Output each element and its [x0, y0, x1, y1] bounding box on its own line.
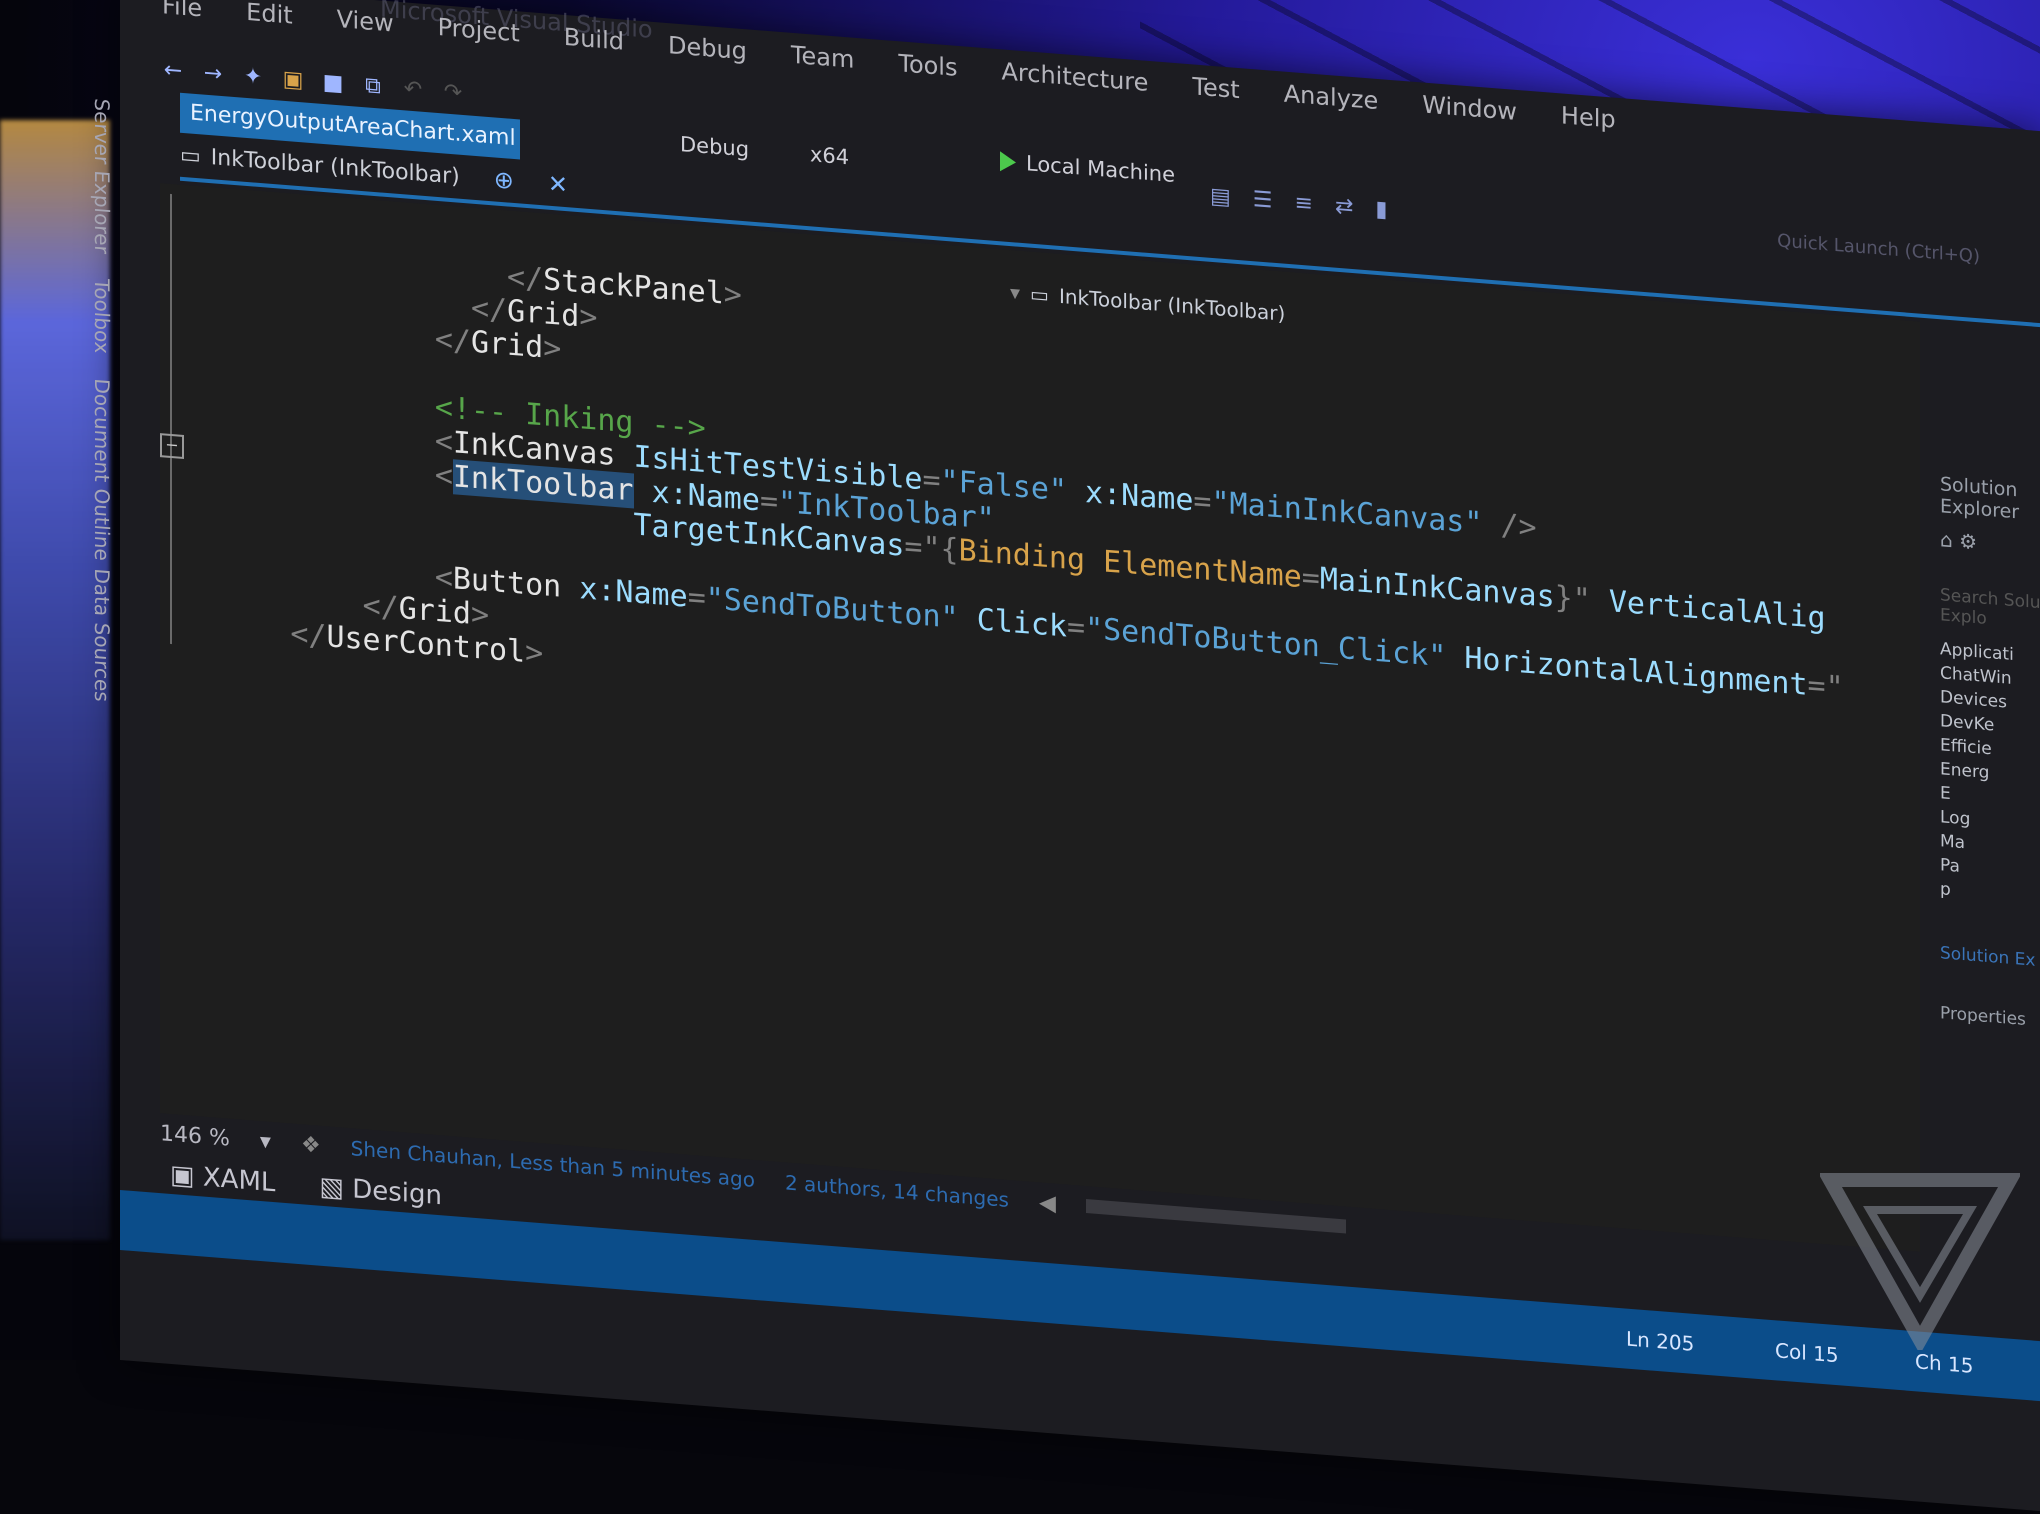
watermark-logo	[1820, 1173, 2020, 1350]
solution-platform-select[interactable]: x64	[810, 142, 849, 169]
xaml-view-label: XAML	[202, 1162, 276, 1199]
properties-tab[interactable]: Properties	[1940, 1003, 2040, 1034]
menu-view[interactable]: View	[315, 0, 416, 53]
chevron-down-icon[interactable]: ▾	[260, 1129, 271, 1155]
toolbar-icons[interactable]: ▤☰≡⇄▮	[1210, 184, 1409, 225]
save-icon[interactable]: ■	[320, 69, 346, 97]
run-target-label: Local Machine	[1026, 151, 1176, 188]
close-icon[interactable]: ✕	[548, 170, 568, 200]
tool-window-rail: Server Explorer Toolbox Document Outline…	[90, 98, 154, 903]
solution-explorer-tab[interactable]: Solution Ex	[1940, 943, 2040, 974]
undo-icon[interactable]: ↶	[400, 75, 426, 103]
back-icon[interactable]: ←	[160, 56, 186, 84]
menu-team[interactable]: Team	[769, 31, 876, 89]
menu-debug[interactable]: Debug	[646, 21, 769, 81]
toolbox-tab[interactable]: Toolbox	[90, 278, 114, 355]
solution-tree: Applicati ChatWin Devices DevKe Efficie …	[1940, 639, 2040, 914]
pin-icon[interactable]: ⊕	[494, 165, 514, 195]
save-all-icon[interactable]: ⧉	[360, 72, 386, 100]
code-editor[interactable]: ▾ ▭ InkToolbar (InkToolbar) − </StackPan…	[160, 183, 1920, 1252]
quick-launch-input[interactable]: Quick Launch (Ctrl+Q)	[1777, 230, 1980, 267]
new-project-icon[interactable]: ✦	[240, 62, 266, 90]
play-icon	[1000, 151, 1016, 173]
design-icon: ▧	[319, 1171, 344, 1204]
menu-help[interactable]: Help	[1539, 92, 1638, 150]
server-explorer-tab[interactable]: Server Explorer	[90, 98, 114, 255]
solution-explorer-panel: Solution Explorer ⌂ ⚙ Search Solution Ex…	[1940, 473, 2040, 1284]
menu-file[interactable]: File	[140, 0, 224, 38]
solution-explorer-title: Solution Explorer	[1940, 473, 2020, 524]
solution-search-input[interactable]: Search Solution Explo	[1940, 585, 2040, 636]
xaml-icon: ▣	[170, 1159, 195, 1192]
start-debugging-button[interactable]: Local Machine	[1000, 149, 1175, 187]
gear-icon[interactable]: ⚙	[1959, 529, 1977, 554]
char-number: Ch 15	[1915, 1349, 1974, 1378]
codelens-changes[interactable]: 2 authors, 14 changes	[785, 1170, 1009, 1212]
redo-icon[interactable]: ↷	[440, 78, 466, 106]
ide-window: Microsoft Visual Studio File Edit View P…	[90, 0, 2040, 1512]
menu-test[interactable]: Test	[1170, 63, 1261, 120]
open-folder-icon[interactable]: ▣	[280, 66, 306, 94]
document-outline-tab[interactable]: Document Outline	[90, 378, 114, 562]
menu-edit[interactable]: Edit	[224, 0, 314, 45]
xaml-code: </StackPanel> </Grid> </Grid> <!-- Inkin…	[200, 236, 1843, 773]
design-view-label: Design	[352, 1174, 442, 1212]
menu-analyze[interactable]: Analyze	[1262, 70, 1401, 131]
horizontal-scrollbar[interactable]	[1085, 1199, 1346, 1234]
menu-build[interactable]: Build	[542, 13, 646, 71]
solution-config-select[interactable]: Debug	[680, 132, 749, 161]
projected-screen: Microsoft Visual Studio File Edit View P…	[90, 0, 2040, 1512]
element-icon: ▭	[180, 142, 201, 169]
menu-window[interactable]: Window	[1400, 81, 1539, 142]
outline-guide	[170, 193, 172, 645]
line-number: Ln 205	[1626, 1326, 1695, 1356]
solution-toolbar: ⌂ ⚙	[1940, 527, 2040, 562]
xaml-view-tab[interactable]: ▣ XAML	[170, 1160, 275, 1198]
design-view-tab[interactable]: ▧ Design	[319, 1172, 442, 1212]
forward-icon[interactable]: →	[200, 59, 226, 87]
scroll-left-icon[interactable]: ◀	[1039, 1190, 1056, 1216]
data-sources-tab[interactable]: Data Sources	[90, 568, 114, 703]
zoom-level[interactable]: 146 %	[160, 1121, 230, 1152]
codelens-icon: ❖	[300, 1131, 321, 1159]
home-icon[interactable]: ⌂	[1940, 527, 1953, 552]
menu-project[interactable]: Project	[416, 3, 542, 63]
menu-tools[interactable]: Tools	[876, 40, 979, 98]
collapse-icon[interactable]: −	[160, 433, 184, 460]
